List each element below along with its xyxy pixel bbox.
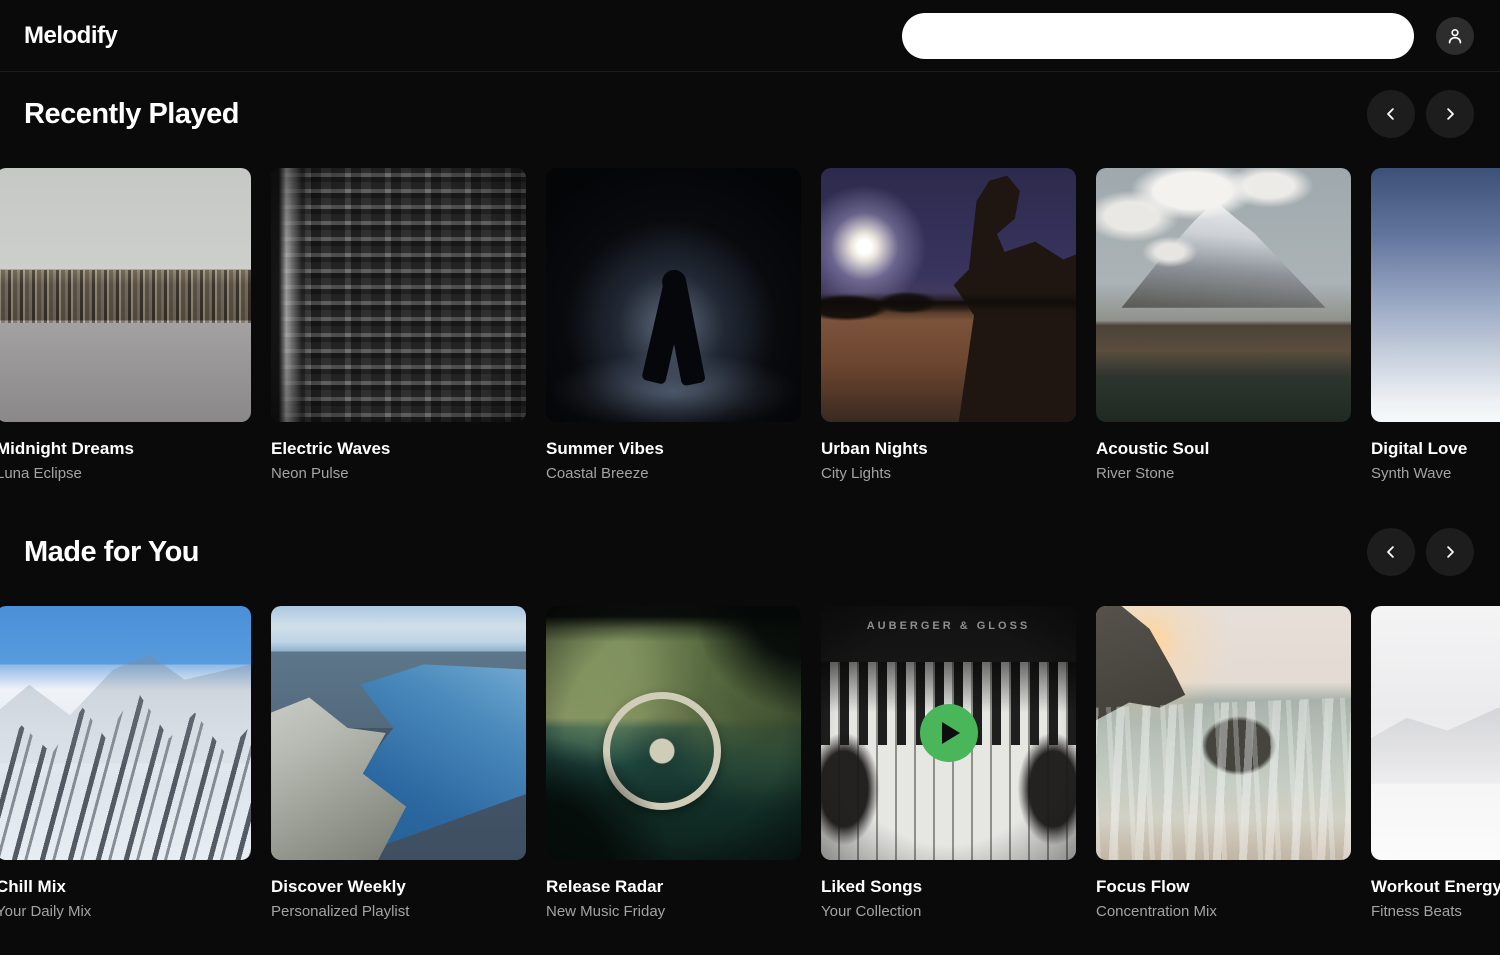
playlist-card[interactable]: Focus Flow Concentration Mix	[1096, 606, 1351, 920]
playlist-cover-art: AUBERGER & GLOSS	[821, 606, 1076, 860]
playlist-card[interactable]: Release Radar New Music Friday	[546, 606, 801, 920]
play-button[interactable]	[920, 704, 978, 762]
playlist-title: Electric Waves	[271, 439, 526, 459]
chevron-left-icon	[1382, 543, 1400, 561]
playlist-title: Release Radar	[546, 877, 801, 897]
playlist-card[interactable]: Acoustic Soul River Stone	[1096, 168, 1351, 482]
playlist-card[interactable]: AUBERGER & GLOSS Liked Songs Your Collec…	[821, 606, 1076, 920]
playlist-title: Focus Flow	[1096, 877, 1351, 897]
playlist-cover-art	[1371, 606, 1500, 860]
playlist-card[interactable]: Discover Weekly Personalized Playlist	[271, 606, 526, 920]
playlist-card[interactable]: Urban Nights City Lights	[821, 168, 1076, 482]
playlist-title: Midnight Dreams	[0, 439, 251, 459]
section-header: Made for You	[0, 528, 1500, 576]
playlist-subtitle: New Music Friday	[546, 903, 801, 920]
playlist-subtitle: Personalized Playlist	[271, 903, 526, 920]
section-header: Recently Played	[0, 90, 1500, 138]
playlist-subtitle: Concentration Mix	[1096, 903, 1351, 920]
search-input[interactable]	[902, 13, 1414, 59]
cover-art-caption: AUBERGER & GLOSS	[821, 620, 1076, 632]
playlist-subtitle: Luna Eclipse	[0, 465, 251, 482]
playlist-cover-art	[0, 168, 251, 422]
card-row: Midnight Dreams Luna Eclipse Electric Wa…	[0, 168, 1500, 482]
carousel-next-button[interactable]	[1426, 528, 1474, 576]
carousel-prev-button[interactable]	[1367, 528, 1415, 576]
playlist-card[interactable]: Electric Waves Neon Pulse	[271, 168, 526, 482]
content: Recently Played Midnight Dreams Luna E	[0, 72, 1500, 920]
playlist-title: Liked Songs	[821, 877, 1076, 897]
playlist-subtitle: Synth Wave	[1371, 465, 1500, 482]
playlist-cover-art	[1371, 168, 1500, 422]
playlist-title: Discover Weekly	[271, 877, 526, 897]
playlist-title: Chill Mix	[0, 877, 251, 897]
playlist-cover-art	[271, 168, 526, 422]
playlist-title: Digital Love	[1371, 439, 1500, 459]
playlist-cover-art	[271, 606, 526, 860]
playlist-cover-art	[0, 606, 251, 860]
carousel-next-button[interactable]	[1426, 90, 1474, 138]
playlist-subtitle: Your Daily Mix	[0, 903, 251, 920]
chevron-left-icon	[1382, 105, 1400, 123]
playlist-card[interactable]: Workout Energy Fitness Beats	[1371, 606, 1500, 920]
playlist-subtitle: River Stone	[1096, 465, 1351, 482]
playlist-title: Acoustic Soul	[1096, 439, 1351, 459]
top-bar: Melodify	[0, 0, 1500, 72]
playlist-card[interactable]: Midnight Dreams Luna Eclipse	[0, 168, 251, 482]
section-title: Made for You	[24, 536, 199, 569]
card-row: Chill Mix Your Daily Mix Discover Weekly…	[0, 606, 1500, 920]
playlist-cover-art	[1096, 168, 1351, 422]
playlist-title: Summer Vibes	[546, 439, 801, 459]
playlist-cover-art	[546, 168, 801, 422]
section-made-for-you: Made for You Chill Mix Your Daily Mix	[0, 510, 1500, 920]
section-recently-played: Recently Played Midnight Dreams Luna E	[0, 72, 1500, 482]
playlist-card[interactable]: Chill Mix Your Daily Mix	[0, 606, 251, 920]
playlist-subtitle: Neon Pulse	[271, 465, 526, 482]
playlist-subtitle: Fitness Beats	[1371, 903, 1500, 920]
playlist-subtitle: Coastal Breeze	[546, 465, 801, 482]
chevron-right-icon	[1441, 543, 1459, 561]
carousel-prev-button[interactable]	[1367, 90, 1415, 138]
playlist-cover-art	[546, 606, 801, 860]
carousel-controls	[1367, 90, 1474, 138]
playlist-card[interactable]: Summer Vibes Coastal Breeze	[546, 168, 801, 482]
playlist-cover-art	[821, 168, 1076, 422]
playlist-title: Workout Energy	[1371, 877, 1500, 897]
playlist-subtitle: Your Collection	[821, 903, 1076, 920]
playlist-title: Urban Nights	[821, 439, 1076, 459]
chevron-right-icon	[1441, 105, 1459, 123]
carousel-controls	[1367, 528, 1474, 576]
playlist-subtitle: City Lights	[821, 465, 1076, 482]
playlist-card[interactable]: Digital Love Synth Wave	[1371, 168, 1500, 482]
play-icon	[942, 722, 960, 744]
app-logo: Melodify	[24, 22, 117, 50]
playlist-cover-art	[1096, 606, 1351, 860]
profile-button[interactable]	[1436, 17, 1474, 55]
user-icon	[1445, 26, 1465, 46]
section-title: Recently Played	[24, 98, 239, 131]
